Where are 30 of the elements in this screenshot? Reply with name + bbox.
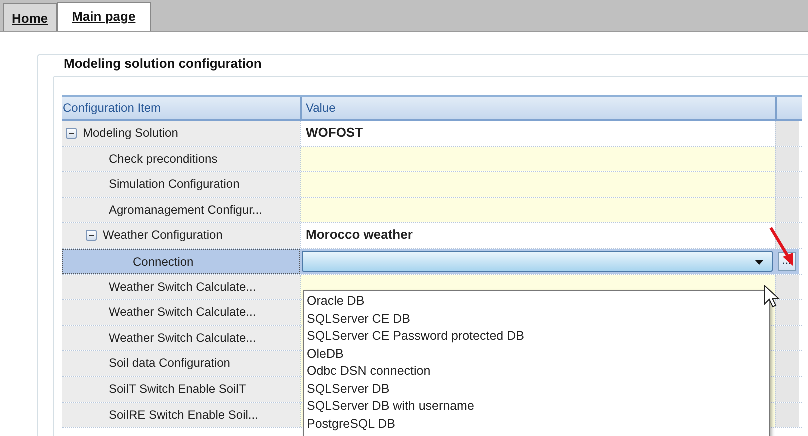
property-label[interactable]: Soil data Configuration xyxy=(62,351,300,376)
annotation-arrow xyxy=(770,227,793,266)
dropdown-option[interactable]: SQLServer CE Password protected DB xyxy=(307,328,766,346)
dropdown-option[interactable]: OleDB xyxy=(307,346,766,363)
dropdown-option[interactable]: SQLServer DB with username xyxy=(307,398,766,416)
value-cell[interactable] xyxy=(300,146,775,172)
property-label[interactable]: Connection xyxy=(62,248,300,274)
dropdown-option[interactable]: SQLServer DB xyxy=(307,380,766,398)
dropdown-field[interactable] xyxy=(302,250,773,272)
tab[interactable]: Home xyxy=(3,3,58,31)
column-header[interactable]: Configuration Item xyxy=(62,97,300,119)
dropdown-option[interactable]: SQLServer CE DB xyxy=(307,310,766,328)
caret-icon[interactable] xyxy=(755,260,764,265)
property-label[interactable]: Agromanagement Configur... xyxy=(62,198,300,222)
collapse-icon[interactable] xyxy=(66,128,77,138)
value-cell[interactable] xyxy=(300,198,775,222)
tab[interactable]: Main page xyxy=(57,2,151,31)
value-cell[interactable] xyxy=(300,172,775,197)
property-label[interactable]: SoilRE Switch Enable Soil... xyxy=(62,402,300,428)
property-label[interactable]: Weather Switch Calculate... xyxy=(62,326,300,350)
column-header[interactable]: Value xyxy=(300,97,775,119)
property-label[interactable]: Check preconditions xyxy=(62,146,300,172)
collapse-icon[interactable] xyxy=(86,230,97,241)
dropdown-option[interactable]: Oracle DB xyxy=(307,293,766,310)
property-label[interactable]: Weather Switch Calculate... xyxy=(62,300,300,325)
property-label[interactable]: Simulation Configuration xyxy=(62,172,300,197)
dropdown-option[interactable]: Odbc DSN connection xyxy=(307,363,766,380)
property-label[interactable]: SoilT Switch Enable SoilT xyxy=(62,376,300,402)
dropdown-option[interactable]: PostgreSQL DB xyxy=(307,416,766,433)
property-label[interactable]: Weather Switch Calculate... xyxy=(62,274,300,300)
